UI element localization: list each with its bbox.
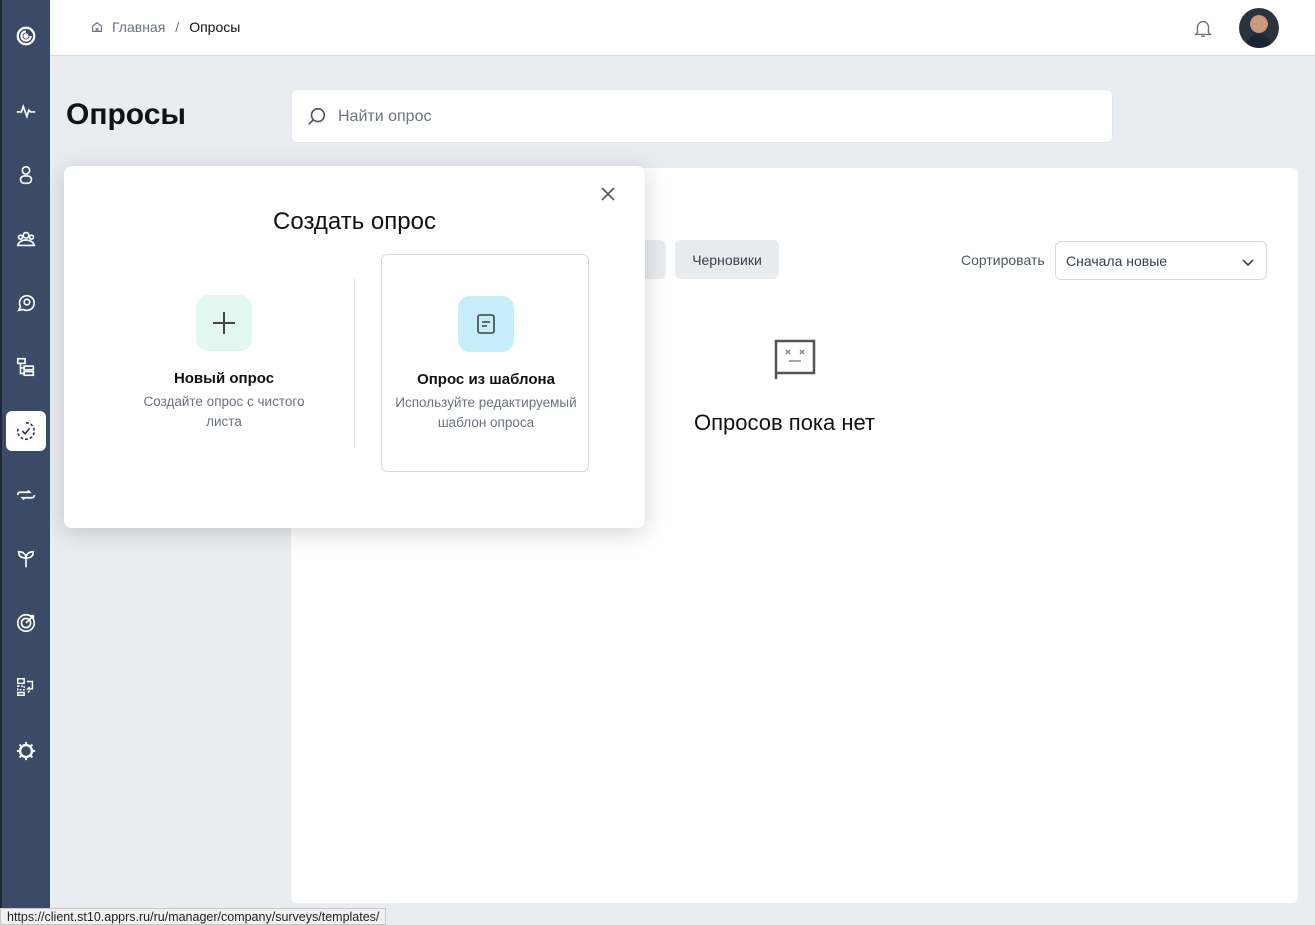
processes-icon[interactable] [6, 667, 46, 707]
template-survey-option[interactable]: Опрос из шаблона Используйте редактируем… [381, 254, 589, 472]
logo-icon[interactable] [6, 16, 46, 56]
breadcrumb-home-link[interactable]: Главная [112, 19, 165, 35]
modal-title: Создать опрос [273, 208, 436, 235]
options-divider [354, 278, 355, 448]
bell-icon[interactable] [1192, 17, 1214, 39]
avatar[interactable] [1239, 8, 1279, 48]
template-icon [458, 296, 514, 352]
user-icon[interactable] [6, 155, 46, 195]
search-bar[interactable] [291, 89, 1113, 143]
sort-label: Сортировать [961, 252, 1045, 268]
new-survey-title: Новый опрос [173, 370, 275, 387]
org-structure-icon[interactable] [6, 347, 46, 387]
chat-icon[interactable] [6, 283, 46, 323]
page-title: Опросы [66, 98, 187, 131]
team-icon[interactable] [6, 219, 46, 259]
search-input[interactable] [338, 104, 1078, 130]
chevron-down-icon [1242, 259, 1254, 267]
plus-icon [196, 295, 252, 351]
sort-selected-value: Сначала новые [1066, 253, 1168, 269]
breadcrumb: Главная / Опросы [90, 19, 240, 35]
filter-tab-drafts[interactable]: Черновики [675, 240, 779, 279]
template-survey-description: Используйте редактируемый шаблон опроса [395, 395, 577, 430]
create-survey-modal: Создать опрос Новый опрос Создайте опрос… [64, 166, 645, 528]
home-icon [92, 21, 102, 32]
new-survey-description: Создайте опрос с чистого листа [143, 394, 305, 429]
top-bar: Главная / Опросы [50, 0, 1315, 56]
breadcrumb-current: Опросы [189, 19, 241, 35]
close-icon[interactable] [599, 185, 617, 203]
sort-select[interactable]: Сначала новые [1055, 241, 1267, 280]
empty-state-text: Опросов пока нет [694, 410, 876, 435]
plant-icon[interactable] [6, 539, 46, 579]
search-icon [308, 107, 326, 125]
sidebar-edge [0, 0, 2, 925]
settings-icon[interactable] [6, 731, 46, 771]
sidebar [0, 0, 50, 925]
sad-monitor-icon [774, 339, 816, 379]
new-survey-option[interactable]: Новый опрос Создайте опрос с чистого лис… [120, 254, 328, 472]
target-icon[interactable] [6, 603, 46, 643]
template-survey-title: Опрос из шаблона [417, 371, 555, 388]
pulse-icon[interactable] [6, 91, 46, 131]
status-bar-url: https://client.st10.apprs.ru/ru/manager/… [0, 908, 387, 925]
breadcrumb-separator: / [175, 19, 180, 35]
sync-icon[interactable] [6, 475, 46, 515]
surveys-icon[interactable] [6, 411, 46, 451]
